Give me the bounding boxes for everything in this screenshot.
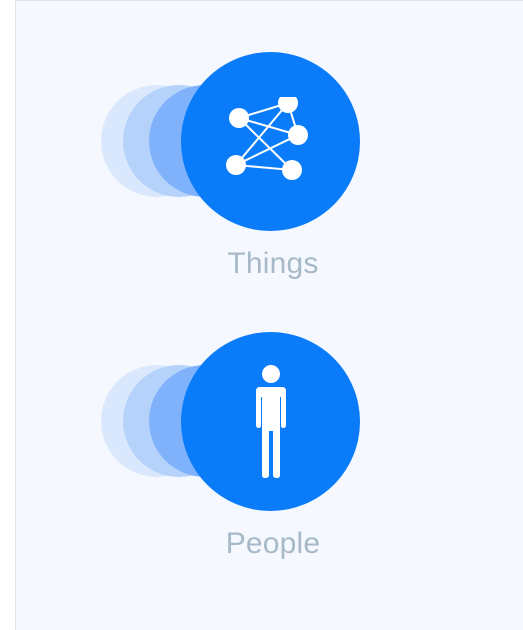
things-option[interactable]: Things: [16, 51, 523, 291]
people-icon-stack: [16, 331, 523, 511]
things-icon-stack: [16, 51, 523, 231]
things-circle-button[interactable]: [181, 52, 360, 231]
people-circle-button[interactable]: [181, 332, 360, 511]
person-icon: [255, 364, 286, 478]
category-panel: Things People: [15, 0, 523, 630]
people-option[interactable]: People: [16, 331, 523, 571]
things-label: Things: [227, 247, 319, 280]
network-graph-icon: [225, 96, 308, 180]
people-label: People: [225, 527, 321, 560]
